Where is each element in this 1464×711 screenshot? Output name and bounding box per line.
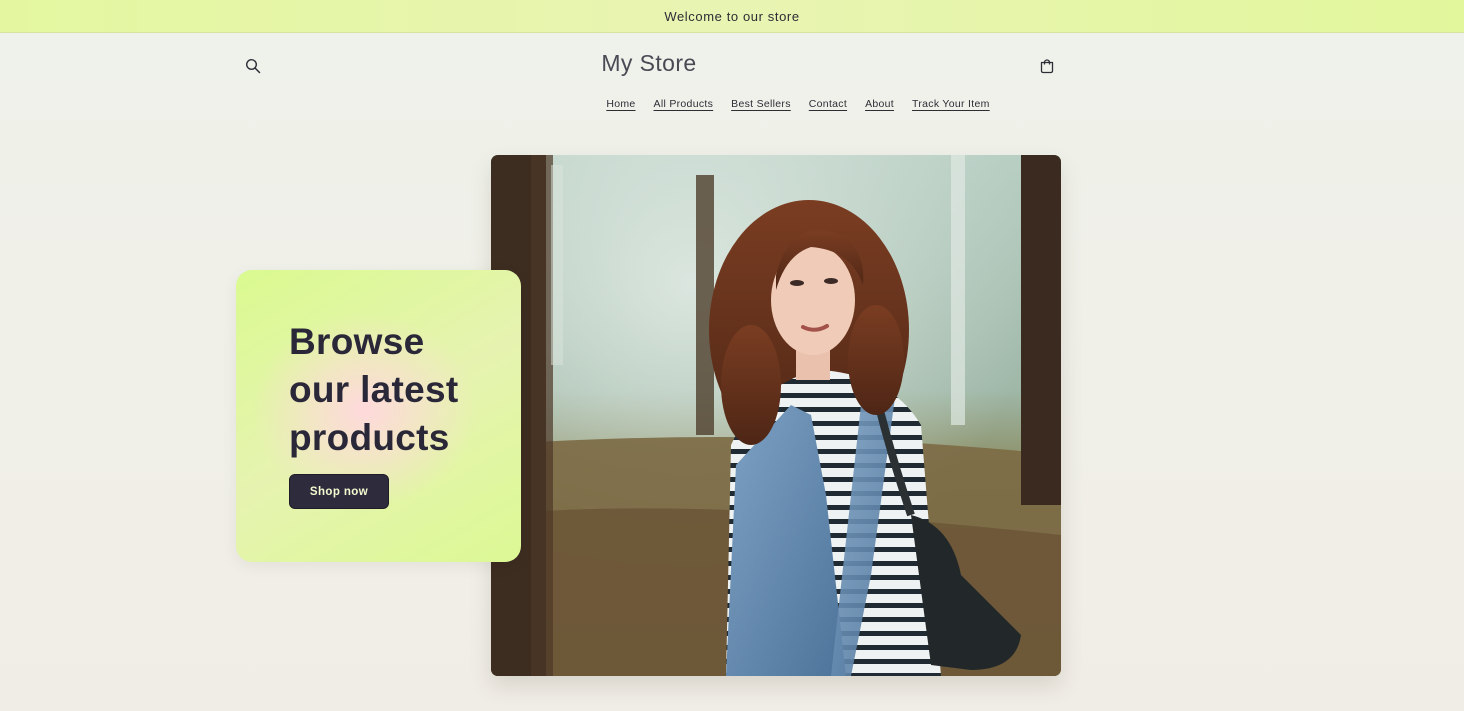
- nav-track-your-item[interactable]: Track Your Item: [912, 98, 990, 110]
- hero-heading-line: our latest: [289, 369, 459, 410]
- nav-home[interactable]: Home: [606, 98, 635, 110]
- shopping-bag-icon[interactable]: [1035, 54, 1059, 78]
- hero-image: [491, 155, 1061, 676]
- hero-heading-line: Browse: [289, 321, 425, 362]
- nav-all-products[interactable]: All Products: [654, 98, 714, 110]
- nav-contact[interactable]: Contact: [809, 98, 847, 110]
- nav-best-sellers[interactable]: Best Sellers: [731, 98, 791, 110]
- announcement-bar: Welcome to our store: [0, 0, 1464, 33]
- store-logo[interactable]: My Store: [236, 50, 1062, 77]
- nav-about[interactable]: About: [865, 98, 894, 110]
- shop-now-button[interactable]: Shop now: [289, 474, 389, 509]
- hero-heading-line: products: [289, 417, 450, 458]
- announcement-text: Welcome to our store: [664, 8, 800, 24]
- hero-card: Browse our latest products Shop now: [236, 270, 521, 562]
- hero-heading: Browse our latest products: [289, 318, 509, 462]
- main-navigation: Home All Products Best Sellers Contact A…: [0, 98, 1464, 110]
- site-header: My Store: [236, 44, 1062, 88]
